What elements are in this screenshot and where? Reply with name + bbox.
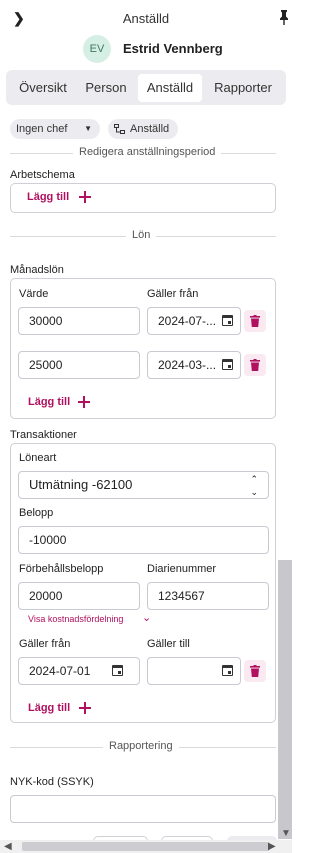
calendar-icon[interactable] — [222, 359, 233, 370]
manager-filter-chip[interactable]: Ingen chef ▼ — [10, 119, 100, 139]
salary-add-link[interactable]: Lägg till — [28, 396, 70, 408]
plus-icon[interactable] — [78, 396, 90, 408]
delete-row-button[interactable] — [244, 354, 266, 376]
select-updown-icon: ⌃ ⌄ — [250, 474, 258, 497]
employee-panel: ❯ Anställd EV Estrid Vennberg Översikt P… — [0, 0, 292, 853]
work-schedule-add-link[interactable]: Lägg till — [27, 191, 69, 203]
reserved-amount-input[interactable]: 20000 — [18, 582, 140, 610]
salary-value-input[interactable]: 25000 — [18, 351, 140, 379]
tab-person[interactable]: Person — [79, 74, 133, 102]
tx-valid-from-label: Gäller från — [19, 638, 71, 650]
tab-reports[interactable]: Rapporter — [207, 74, 279, 102]
delete-row-button[interactable] — [244, 310, 266, 332]
salary-value-input[interactable]: 30000 — [18, 307, 140, 335]
diary-number-input[interactable]: 1234567 — [147, 582, 269, 610]
section-salary-heading: Lön — [126, 229, 157, 241]
caret-down-icon: ▼ — [84, 124, 92, 133]
delete-row-button[interactable] — [244, 660, 266, 682]
amount-label: Belopp — [19, 507, 54, 519]
plus-icon[interactable] — [79, 702, 91, 714]
trash-icon — [250, 315, 260, 327]
pin-icon[interactable] — [276, 9, 292, 25]
panel-title: Anställd — [122, 11, 170, 26]
transaction-add-link[interactable]: Lägg till — [28, 702, 70, 714]
plus-icon[interactable] — [79, 191, 91, 203]
section-reporting-heading: Rapportering — [103, 740, 179, 752]
monthly-salary-label: Månadslön — [10, 264, 64, 276]
salary-value-header: Värde — [19, 288, 49, 300]
nyk-input[interactable] — [10, 795, 276, 823]
scroll-left-arrow-icon[interactable]: ◀ — [4, 841, 12, 852]
reserved-amount-label: Förbehållsbelopp — [19, 563, 104, 575]
scroll-right-arrow-icon[interactable]: ▶ — [268, 841, 276, 852]
org-chart-icon — [114, 124, 125, 134]
tx-valid-to-label: Gäller till — [147, 638, 190, 650]
tab-overview[interactable]: Översikt — [12, 74, 74, 102]
chevron-down-icon[interactable]: ⌄ — [142, 611, 151, 624]
manager-filter-label: Ingen chef — [16, 123, 68, 135]
salary-valid-from-header: Gäller från — [147, 288, 199, 300]
scroll-down-arrow-icon[interactable]: ▼ — [281, 828, 291, 839]
pay-type-label: Löneart — [19, 452, 57, 464]
cost-distribution-link[interactable]: Visa kostnadsfördelning — [28, 614, 123, 624]
vertical-scrollbar[interactable] — [278, 560, 292, 839]
amount-input[interactable]: -10000 — [18, 526, 269, 554]
diary-number-label: Diarienummer — [147, 563, 217, 575]
trash-icon — [250, 665, 260, 677]
org-filter-label: Anställd — [130, 123, 170, 135]
pay-type-select[interactable]: Utmätning -62100 ⌃ ⌄ — [18, 471, 269, 499]
tab-employed[interactable]: Anställd — [138, 74, 202, 102]
calendar-icon[interactable] — [222, 665, 233, 676]
transactions-label: Transaktioner — [10, 429, 77, 441]
calendar-icon[interactable] — [222, 315, 233, 326]
avatar: EV — [83, 35, 111, 63]
horizontal-scrollbar[interactable] — [22, 842, 270, 851]
trash-icon — [250, 359, 260, 371]
employee-name: Estrid Vennberg — [123, 41, 223, 56]
nyk-label: NYK-kod (SSYK) — [10, 776, 94, 788]
section-edit-period-heading: Redigera anställningsperiod — [73, 146, 222, 158]
work-schedule-label: Arbetschema — [10, 169, 75, 181]
org-filter-chip[interactable]: Anställd — [108, 119, 178, 139]
calendar-icon[interactable] — [112, 665, 123, 676]
pay-type-value: Utmätning -62100 — [29, 477, 133, 492]
